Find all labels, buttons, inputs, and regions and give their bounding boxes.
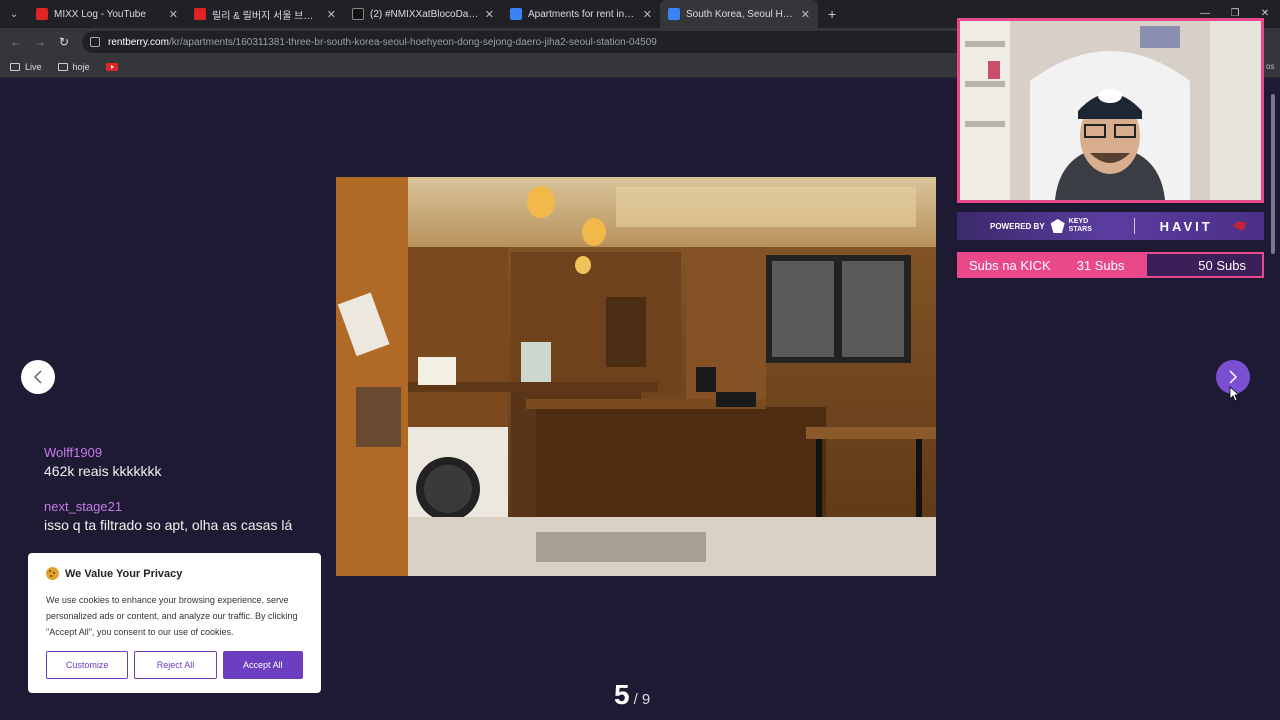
reject-all-button[interactable]: Reject All: [134, 651, 217, 679]
back-arrow-icon[interactable]: ←: [4, 35, 28, 49]
forward-arrow-icon[interactable]: →: [28, 35, 52, 49]
chat-message: 462k reais kkkkkkk: [44, 463, 162, 479]
close-tab-icon[interactable]: ✕: [643, 8, 652, 21]
chat-username: next_stage21: [44, 499, 123, 514]
tab-title: 릴리 & 릴버지 서울 브이로그: [212, 10, 321, 22]
bookmark-label: hoje: [72, 61, 90, 72]
powered-by-label: POWERED BY: [990, 221, 1045, 231]
tab-title: MIXX Log - YouTube: [54, 8, 146, 20]
subs-target: 50 Subs: [1198, 257, 1246, 273]
x-favicon-icon: [352, 8, 364, 20]
tab-search-chevron-icon[interactable]: ⌄: [0, 0, 28, 28]
url-host: rentberry.com: [108, 36, 169, 48]
truncated-edge-text: os: [1266, 62, 1275, 71]
bookmark-label: Live: [25, 61, 42, 72]
subs-goal-label: Subs na KICK: [969, 257, 1051, 273]
bookmark-youtube[interactable]: [105, 62, 118, 71]
tab-title: (2) #NMIXXatBlocoDaPabllo –: [370, 8, 479, 20]
current-photo-number: 5: [614, 679, 630, 710]
youtube-favicon-icon: [36, 8, 48, 20]
url-path: /kr/apartments/160311381-three-br-south-…: [168, 36, 657, 48]
sponsor-keyd-stars: KEYD STARS: [1068, 218, 1092, 233]
chat-message: isso q ta filtrado so apt, olha as casas…: [44, 517, 293, 533]
rentberry-favicon-icon: [668, 8, 680, 20]
tab-apartments-seoul[interactable]: Apartments for rent in Seoul, S ✕: [502, 0, 660, 28]
tab-lily-vlog[interactable]: 릴리 & 릴버지 서울 브이로그 ✕: [186, 0, 344, 28]
close-tab-icon[interactable]: ✕: [327, 8, 336, 21]
folder-icon: [10, 62, 20, 71]
cookie-consent-dialog: We Value Your Privacy We use cookies to …: [28, 553, 321, 693]
havit-logo-icon: [1232, 221, 1247, 231]
cookie-description: We use cookies to enhance your browsing …: [46, 595, 298, 637]
chat-username: Wolff1909: [44, 445, 103, 460]
bookmark-live[interactable]: Live: [10, 62, 42, 72]
youtube-favicon-icon: [194, 8, 206, 20]
photo-counter: 5 / 9: [614, 679, 650, 711]
tab-south-korea-listing[interactable]: South Korea, Seoul Hoehyeon- ✕: [660, 0, 818, 28]
tab-title: South Korea, Seoul Hoehyeon-: [686, 8, 795, 20]
previous-photo-button[interactable]: [21, 360, 55, 394]
cookie-icon: [46, 567, 59, 580]
site-info-icon[interactable]: [90, 37, 100, 47]
url-bar[interactable]: rentberry.com/kr/apartments/160311381-th…: [82, 31, 982, 53]
total-photos: / 9: [633, 691, 651, 708]
stream-chat-overlay: Wolff1909 462k reais kkkkkkk next_stage2…: [44, 445, 344, 553]
reload-icon[interactable]: ↻: [52, 35, 76, 49]
rentberry-favicon-icon: [510, 8, 522, 20]
sponsor-havit: HAVIT: [1159, 218, 1213, 234]
apartment-kitchen-photo: [336, 177, 936, 576]
cookie-title: We Value Your Privacy: [65, 567, 183, 580]
sponsor-banner: POWERED BY KEYD STARS HAVIT: [957, 212, 1264, 240]
page-scrollbar[interactable]: [1270, 84, 1276, 714]
keyd-stars-logo-icon: [1050, 219, 1065, 233]
chevron-right-icon: [1229, 370, 1238, 384]
close-tab-icon[interactable]: ✕: [485, 8, 494, 21]
folder-icon: [57, 62, 68, 71]
accept-all-button[interactable]: Accept All: [222, 651, 303, 679]
youtube-icon: [105, 62, 118, 71]
mouse-cursor-icon: [1229, 386, 1241, 402]
tab-title: Apartments for rent in Seoul, S: [528, 8, 637, 20]
close-tab-icon[interactable]: ✕: [801, 8, 810, 21]
new-tab-plus-icon[interactable]: +: [818, 6, 846, 22]
subs-current: 31 Subs: [1076, 257, 1125, 273]
close-tab-icon[interactable]: ✕: [169, 8, 178, 21]
tab-nmixx-x[interactable]: (2) #NMIXXatBlocoDaPabllo – ✕: [344, 0, 502, 28]
webcam-overlay: [957, 18, 1264, 203]
chevron-left-icon: [33, 370, 42, 384]
tab-mixx-log[interactable]: MIXX Log - YouTube ✕: [28, 0, 186, 28]
scrollbar-thumb[interactable]: [1271, 94, 1275, 254]
divider: [1133, 218, 1135, 234]
subs-goal-bar: Subs na KICK 31 Subs 50 Subs: [957, 252, 1264, 278]
customize-button[interactable]: Customize: [46, 651, 129, 679]
bookmark-hoje[interactable]: hoje: [57, 61, 90, 72]
